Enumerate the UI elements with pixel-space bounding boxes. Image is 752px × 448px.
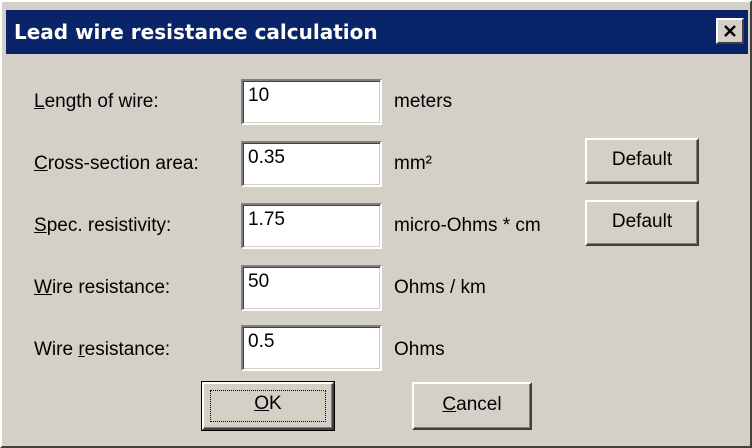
wire-resistance-per-km-unit: Ohms / km — [394, 277, 486, 298]
title-bar[interactable]: Lead wire resistance calculation — [6, 10, 748, 54]
length-of-wire-input[interactable]: 10 — [241, 79, 382, 125]
wire-resistance-per-km-label: Wire resistance: — [34, 277, 171, 298]
wire-resistance-total-unit: Ohms — [394, 339, 445, 360]
spec-resistivity-input[interactable]: 1.75 — [241, 203, 382, 249]
close-button[interactable] — [716, 18, 744, 44]
wire-resistance-per-km-input[interactable]: 50 — [241, 265, 382, 311]
cross-section-unit: mm² — [394, 153, 432, 174]
cross-section-default-button[interactable]: Default — [585, 138, 699, 184]
length-unit: meters — [394, 91, 453, 112]
dialog-window: Lead wire resistance calculation Length … — [0, 0, 752, 448]
resistivity-unit: micro-Ohms * cm — [394, 215, 541, 236]
wire-resistance-total-input[interactable]: 0.5 — [241, 325, 382, 371]
wire-resistance-total-label: Wire resistance: — [34, 339, 171, 360]
window-title: Lead wire resistance calculation — [14, 20, 378, 44]
cross-section-area-label: Cross-section area: — [34, 153, 199, 174]
length-of-wire-label: Length of wire: — [34, 91, 159, 112]
cross-section-area-input[interactable]: 0.35 — [241, 141, 382, 187]
resistivity-default-button[interactable]: Default — [585, 200, 699, 246]
spec-resistivity-label: Spec. resistivity: — [34, 215, 172, 236]
ok-button[interactable]: OK — [201, 381, 335, 431]
cancel-button[interactable]: Cancel — [412, 382, 532, 430]
close-icon — [724, 25, 736, 37]
focus-rectangle — [210, 390, 326, 422]
